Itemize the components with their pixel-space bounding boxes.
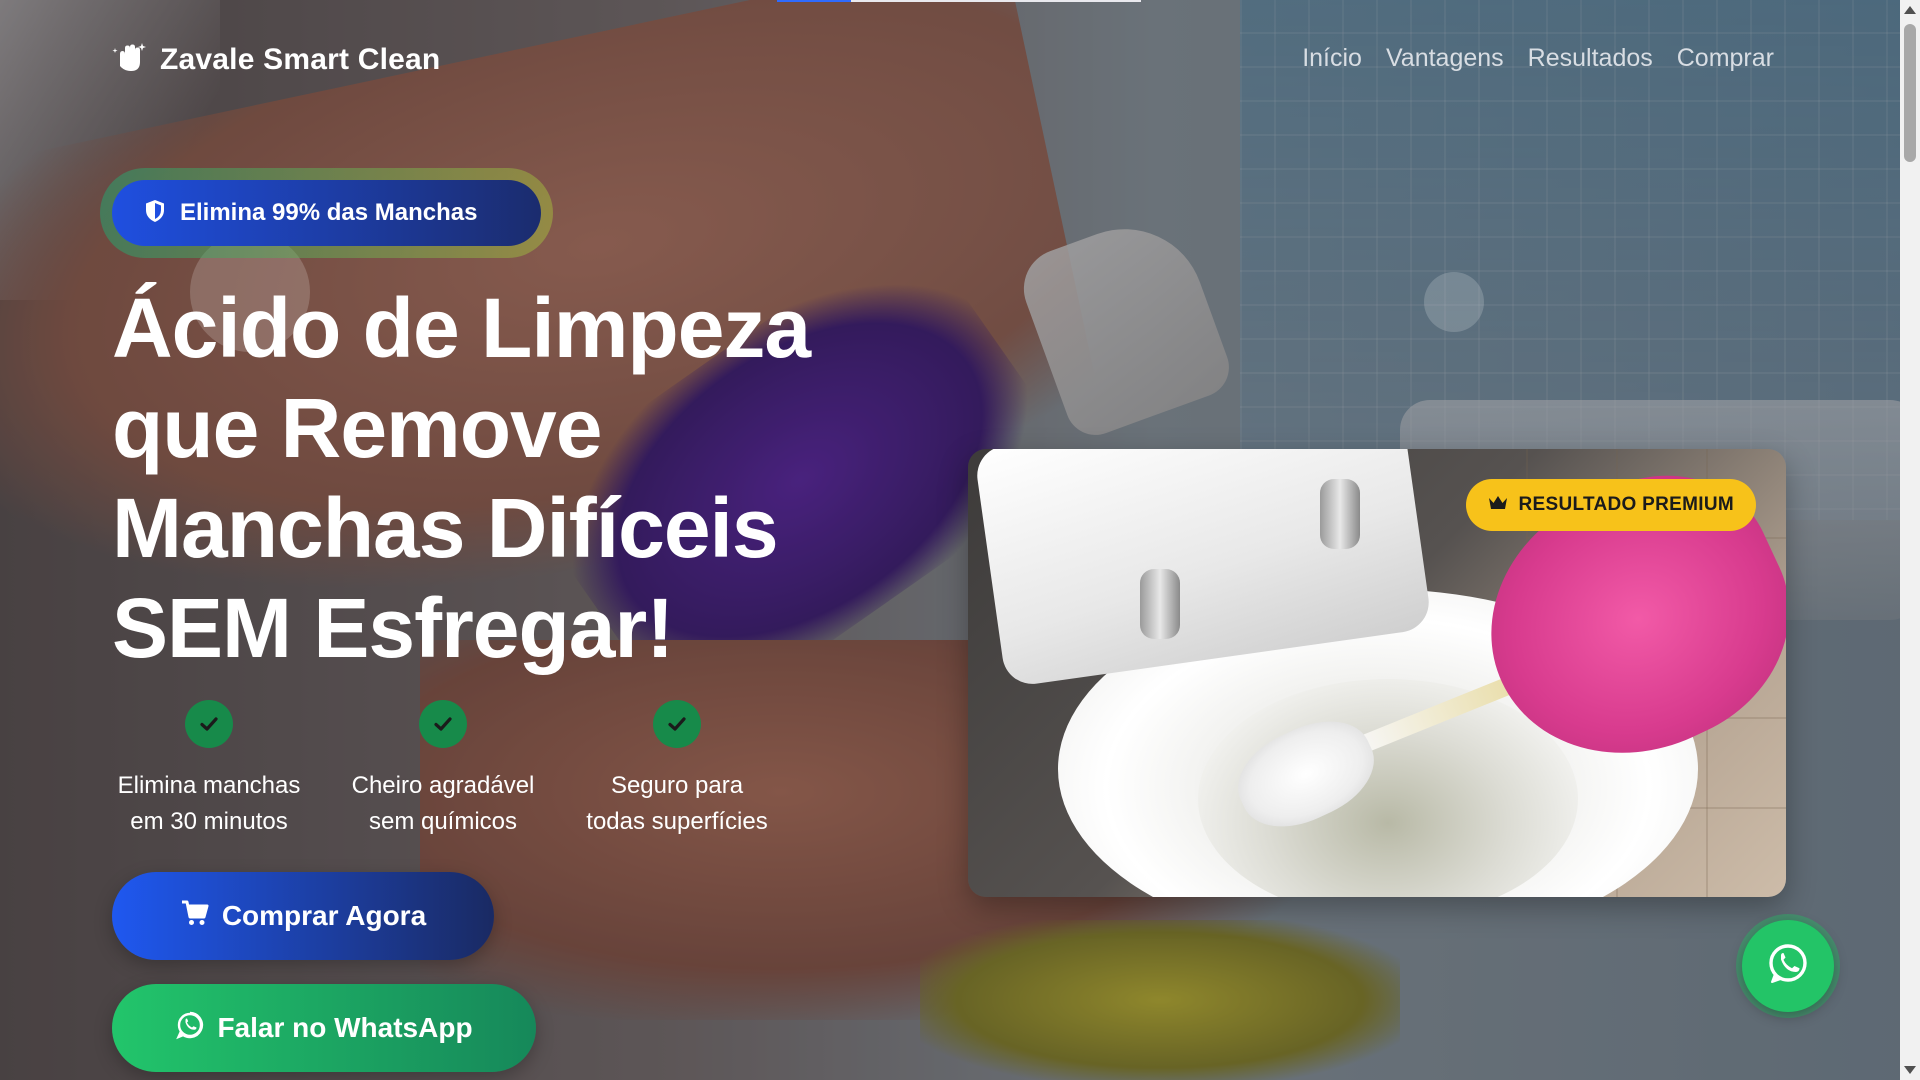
crown-icon [1488, 494, 1508, 516]
feature-item: Elimina manchas em 30 minutos [104, 700, 314, 840]
feature-text-line: todas superfícies [586, 808, 768, 835]
premium-badge-label: RESULTADO PREMIUM [1518, 494, 1734, 515]
hero-badge-label: Elimina 99% das Manchas [180, 199, 478, 226]
feature-text: Elimina manchas em 30 minutos [118, 768, 301, 840]
decorative-bubble [1424, 272, 1484, 332]
headline-line: Manchas Difíceis [112, 481, 779, 575]
feature-list: Elimina manchas em 30 minutos Cheiro agr… [104, 700, 782, 840]
product-result-image: RESULTADO PREMIUM [968, 449, 1786, 897]
whatsapp-icon [1763, 939, 1813, 993]
headline-line: que Remove [112, 381, 602, 475]
nav-item-vantagens[interactable]: Vantagens [1386, 44, 1504, 73]
buy-now-button[interactable]: Comprar Agora [112, 872, 494, 960]
whatsapp-button[interactable]: Falar no WhatsApp [112, 984, 536, 1072]
whatsapp-button-label: Falar no WhatsApp [217, 1012, 473, 1043]
nav-item-inicio[interactable]: Início [1302, 44, 1362, 73]
feature-item: Cheiro agradável sem químicos [338, 700, 548, 840]
feature-item: Seguro para todas superfícies [572, 700, 782, 840]
feature-text-line: Seguro para [610, 772, 744, 799]
main-nav: Início Vantagens Resultados Comprar [1302, 44, 1774, 73]
scroll-progress-bar [777, 0, 1141, 2]
feature-text-line: sem químicos [368, 808, 518, 835]
check-icon [653, 700, 701, 748]
scroll-up-arrow[interactable] [1904, 6, 1916, 14]
headline-line: SEM Esfregar! [112, 581, 674, 675]
feature-text: Cheiro agradável sem químicos [352, 768, 535, 840]
scroll-down-arrow[interactable] [1904, 1066, 1916, 1074]
brand-name: Zavale Smart Clean [160, 43, 441, 76]
cart-icon [180, 898, 210, 935]
hero-badge: Elimina 99% das Manchas [100, 168, 553, 258]
page-scrollbar[interactable] [1900, 0, 1920, 1080]
feature-text-line: em 30 minutos [130, 808, 288, 835]
premium-result-badge: RESULTADO PREMIUM [1466, 479, 1756, 531]
headline-line: Ácido de Limpeza [112, 281, 811, 375]
hero-headline: Ácido de Limpeza que Remove Manchas Difí… [112, 278, 972, 678]
whatsapp-icon [175, 1010, 205, 1047]
check-icon [419, 700, 467, 748]
brand-logo[interactable]: Zavale Smart Clean [112, 40, 440, 80]
hand-sparkle-icon [112, 40, 148, 80]
feature-text: Seguro para todas superfícies [586, 768, 767, 840]
nav-item-resultados[interactable]: Resultados [1528, 44, 1653, 73]
feature-text-line: Cheiro agradável [351, 772, 535, 799]
scrollbar-thumb[interactable] [1904, 24, 1916, 162]
shield-icon [142, 198, 168, 228]
floating-whatsapp-button[interactable] [1736, 914, 1840, 1018]
check-icon [185, 700, 233, 748]
feature-text-line: Elimina manchas [117, 772, 301, 799]
buy-now-label: Comprar Agora [221, 900, 427, 931]
nav-item-comprar[interactable]: Comprar [1677, 44, 1774, 73]
